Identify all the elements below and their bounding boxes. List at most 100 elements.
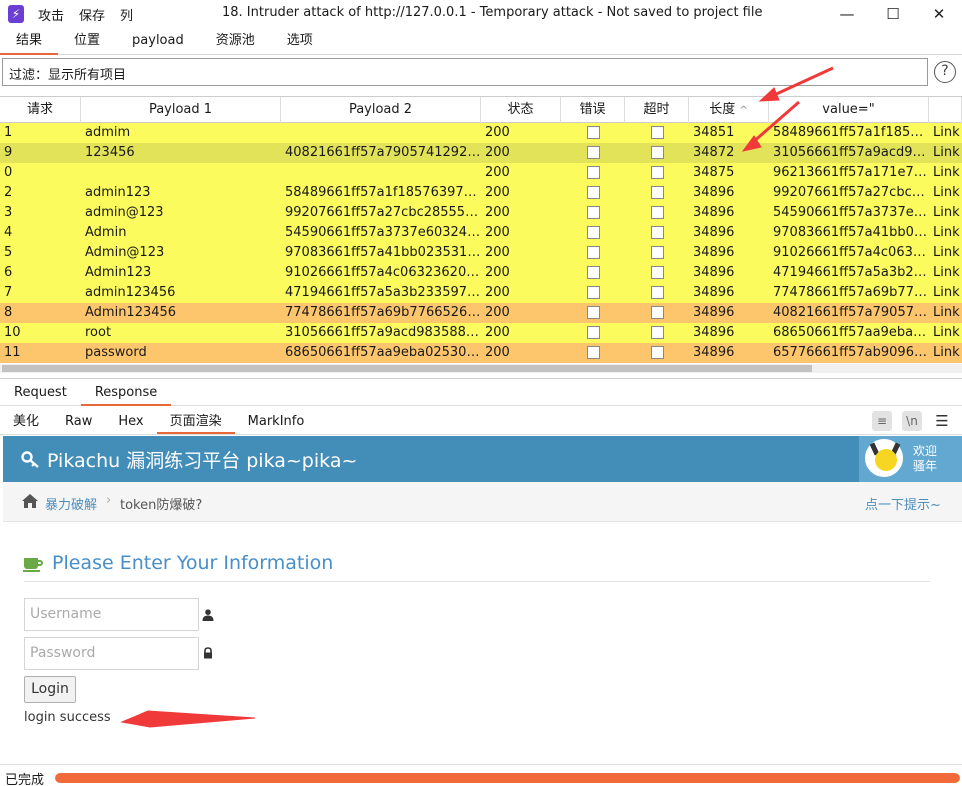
- table-row[interactable]: 10 root 31056661ff57a9acd9835883... 200 3489…: [0, 323, 962, 343]
- form-header: Please Enter Your Information: [23, 552, 333, 574]
- cell-length: 34851: [693, 125, 735, 140]
- error-checkbox[interactable]: [586, 246, 600, 259]
- error-checkbox[interactable]: [586, 146, 600, 159]
- error-checkbox[interactable]: [586, 126, 600, 139]
- minimize-icon[interactable]: —: [824, 0, 870, 28]
- hint-link[interactable]: 点一下提示~: [865, 494, 941, 513]
- col-timeout[interactable]: 超时: [625, 97, 689, 123]
- table-row[interactable]: 11 password 68650661ff57aa9eba025300... 200…: [0, 343, 962, 363]
- user-menu[interactable]: 欢迎 骚年: [859, 436, 962, 482]
- tab-hex[interactable]: Hex: [105, 409, 156, 434]
- cell-status: 200: [485, 145, 510, 160]
- hamburger-menu-icon[interactable]: ☰: [932, 411, 952, 431]
- error-checkbox[interactable]: [586, 166, 600, 179]
- timeout-checkbox[interactable]: [650, 286, 664, 299]
- error-checkbox[interactable]: [586, 266, 600, 279]
- cell-payload1: root: [85, 325, 112, 340]
- table-row[interactable]: 5 Admin@123 97083661ff57a41bb0235316... 200…: [0, 243, 962, 263]
- cell-payload1: password: [85, 345, 147, 360]
- menu-save[interactable]: 保存: [79, 5, 105, 24]
- timeout-checkbox[interactable]: [650, 246, 664, 259]
- col-payload1[interactable]: Payload 1: [81, 97, 281, 123]
- password-input[interactable]: Password: [24, 637, 199, 670]
- cell-request: 1: [4, 125, 13, 140]
- help-icon[interactable]: ?: [934, 61, 956, 83]
- table-row[interactable]: 8 Admin123456 77478661ff57a69b77665265... 2…: [0, 303, 962, 323]
- col-request[interactable]: 请求: [0, 97, 81, 123]
- username-input[interactable]: Username: [24, 598, 199, 631]
- cell-status: 200: [485, 285, 510, 300]
- cell-payload2: 99207661ff57a27cbc285555...: [285, 205, 481, 220]
- cell-length: 34896: [693, 225, 735, 240]
- timeout-checkbox[interactable]: [650, 226, 664, 239]
- error-checkbox[interactable]: [586, 206, 600, 219]
- tab-markinfo[interactable]: MarkInfo: [235, 409, 318, 434]
- table-row[interactable]: 3 admin@123 99207661ff57a27cbc285555... 200…: [0, 203, 962, 223]
- timeout-checkbox[interactable]: [650, 266, 664, 279]
- tab-response[interactable]: Response: [80, 379, 172, 406]
- cell-extra: Link: [933, 285, 960, 300]
- timeout-checkbox[interactable]: [650, 166, 664, 179]
- error-checkbox[interactable]: [586, 226, 600, 239]
- table-row[interactable]: 2 admin123 58489661ff57a1f185763978... 200 3…: [0, 183, 962, 203]
- table-horizontal-scrollbar[interactable]: [0, 364, 962, 373]
- cell-value: 65776661ff57ab90963...: [773, 345, 929, 360]
- timeout-checkbox[interactable]: [650, 206, 664, 219]
- cell-length: 34896: [693, 185, 735, 200]
- results-table: 请求 Payload 1 Payload 2 状态 错误 超时 长度 ^ val…: [0, 96, 962, 372]
- breadcrumb-link[interactable]: 暴力破解: [45, 494, 97, 513]
- timeout-checkbox[interactable]: [650, 326, 664, 339]
- table-row[interactable]: 7 admin123456 47194661ff57a5a3b2335977... 2…: [0, 283, 962, 303]
- col-value[interactable]: value=": [769, 97, 929, 123]
- scrollbar-thumb[interactable]: [2, 365, 812, 372]
- timeout-checkbox[interactable]: [650, 146, 664, 159]
- close-icon[interactable]: ✕: [916, 0, 962, 28]
- tab-results[interactable]: 结果: [0, 29, 59, 55]
- error-checkbox[interactable]: [586, 326, 600, 339]
- table-row[interactable]: 6 Admin123 91026661ff57a4c063236205... 200 3…: [0, 263, 962, 283]
- col-error[interactable]: 错误: [561, 97, 625, 123]
- menu-columns[interactable]: 列: [120, 5, 133, 24]
- cell-payload2: 54590661ff57a3737e603246...: [285, 225, 481, 240]
- error-checkbox[interactable]: [586, 306, 600, 319]
- table-row[interactable]: 0 200 34875 96213661ff57a171e72... Link: [0, 163, 962, 183]
- maximize-icon[interactable]: ☐: [870, 0, 916, 28]
- show-newlines-icon[interactable]: \n: [902, 411, 922, 431]
- tab-render[interactable]: 页面渲染: [156, 409, 235, 434]
- col-status[interactable]: 状态: [481, 97, 561, 123]
- menu-attack[interactable]: 攻击: [38, 5, 64, 24]
- table-row[interactable]: 9 123456 40821661ff57a79057412924... 200 348…: [0, 143, 962, 163]
- cell-timeout: [625, 283, 689, 303]
- avatar: [865, 439, 903, 477]
- tab-pretty[interactable]: 美化: [0, 409, 52, 434]
- timeout-checkbox[interactable]: [650, 346, 664, 359]
- error-checkbox[interactable]: [586, 346, 600, 359]
- col-payload2[interactable]: Payload 2: [281, 97, 481, 123]
- col-length[interactable]: 长度 ^: [689, 97, 769, 123]
- site-title[interactable]: Pikachu 漏洞练习平台 pika~pika~: [21, 446, 357, 473]
- cell-payload2: 58489661ff57a1f185763978...: [285, 185, 481, 200]
- user-icon: [202, 609, 214, 621]
- error-checkbox[interactable]: [586, 286, 600, 299]
- wrap-lines-icon[interactable]: ≡: [872, 411, 892, 431]
- tab-raw[interactable]: Raw: [52, 409, 105, 434]
- cell-error: [561, 183, 625, 203]
- filter-bar[interactable]: 过滤：显示所有项目: [2, 58, 928, 86]
- login-button[interactable]: Login: [24, 676, 76, 703]
- timeout-checkbox[interactable]: [650, 186, 664, 199]
- tab-options[interactable]: 选项: [271, 29, 329, 55]
- timeout-checkbox[interactable]: [650, 126, 664, 139]
- table-row[interactable]: 1 admim 200 34851 58489661ff57a1f1857... Link: [0, 123, 962, 143]
- cell-payload1: Admin123: [85, 265, 152, 280]
- request-response-tabs: Request Response: [0, 378, 962, 406]
- tab-resource-pool[interactable]: 资源池: [200, 29, 271, 55]
- tab-payloads[interactable]: payload: [116, 29, 200, 55]
- error-checkbox[interactable]: [586, 186, 600, 199]
- tab-request[interactable]: Request: [0, 379, 81, 406]
- title-bar: ⚡ 攻击 保存 列 18. Intruder attack of http://…: [0, 0, 962, 28]
- timeout-checkbox[interactable]: [650, 306, 664, 319]
- cell-request: 9: [4, 145, 13, 160]
- tab-positions[interactable]: 位置: [58, 29, 116, 55]
- table-row[interactable]: 4 Admin 54590661ff57a3737e603246... 200 3489…: [0, 223, 962, 243]
- cell-request: 3: [4, 205, 13, 220]
